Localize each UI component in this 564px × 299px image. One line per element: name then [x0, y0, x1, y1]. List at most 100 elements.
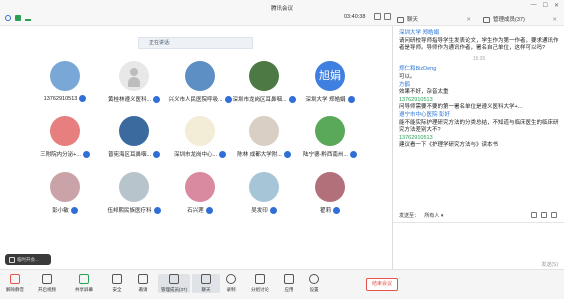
breakout-rooms-button[interactable]: 分组讨论	[244, 274, 276, 293]
avatar	[185, 61, 215, 91]
chat-icon	[201, 274, 211, 284]
participant-name: 深圳大学 郑皓娟	[305, 97, 346, 103]
close-icon[interactable]: ✕	[554, 2, 559, 9]
unmute-label: 解除静音	[6, 287, 24, 292]
participant-name: 三附院内分泌+...	[40, 152, 81, 158]
avatar	[315, 116, 345, 146]
avatar: 旭娟	[315, 61, 345, 91]
participant-name: 深圳市龙岗区耳鼻咽...	[232, 97, 287, 103]
close-icon[interactable]: ✕	[466, 14, 471, 26]
record-button[interactable]: 录制	[217, 274, 245, 293]
participant-name: 彭小敏	[52, 208, 69, 214]
file-icon[interactable]	[541, 212, 547, 218]
mic-muted-icon	[349, 150, 357, 158]
message-text: 能不能实际护理研究方法的分类总结，不知道与临床医生的临床研究方法差别大不?	[399, 119, 559, 134]
emoji-icon[interactable]	[531, 212, 537, 218]
avatar	[185, 116, 215, 146]
chat-label: 聊天	[201, 287, 211, 292]
start-video-label: 开启视频	[38, 287, 56, 292]
window-title: 腾讯会议	[270, 6, 293, 12]
fullscreen-icon[interactable]	[384, 13, 391, 20]
participant-name: 翟莉	[319, 208, 331, 214]
mic-muted-icon	[205, 206, 213, 214]
message-text: 效果不好，杂音太重	[399, 89, 449, 96]
apps-button[interactable]: 应用	[275, 274, 303, 293]
participant-tile[interactable]: 翟莉	[280, 172, 380, 214]
mic-muted-icon	[269, 206, 277, 214]
participant-name: 伍邦熙民族医疗科	[107, 208, 152, 214]
camera-off-icon	[42, 274, 52, 284]
video-grid: 正在讲话: 13762910513 黄桂林遵义医科... 兴义市人民医院呼吸..…	[0, 26, 392, 269]
end-meeting-button[interactable]: 结束会议	[366, 278, 398, 291]
avatar	[185, 172, 215, 202]
chat-messages: 深圳大学 郑皓娟 请问研校导师指导学生发表论文，学生作为第一作者，要求通讯作者是…	[399, 30, 559, 150]
maximize-icon[interactable]: ☐	[543, 2, 548, 9]
settings-label: 设置	[309, 287, 319, 292]
shield-icon	[112, 274, 122, 284]
layout-icon[interactable]	[374, 13, 381, 20]
manage-members-button[interactable]: 管理成员(37)	[158, 274, 190, 293]
tab-members[interactable]: 管理成员(37) ✕	[479, 14, 564, 26]
avatar	[119, 172, 149, 202]
record-label: 录制	[226, 287, 236, 292]
start-video-button[interactable]: 开启视频	[33, 274, 61, 293]
message-text: 问导师需要不要的第一署名单位是遵义医科大学+...	[399, 104, 523, 111]
chevron-down-icon[interactable]: ▾	[441, 213, 444, 219]
participant-name: 深圳市龙岗中心...	[173, 152, 218, 158]
view-controls	[374, 13, 391, 20]
recipient-select[interactable]: 所有人	[424, 213, 439, 219]
security-label: 安全	[112, 287, 122, 292]
send-button[interactable]: 发送(S)	[541, 261, 558, 268]
chat-input[interactable]	[393, 222, 564, 269]
share-screen-icon	[79, 274, 89, 284]
message-text: 请问研校导师指导学生发表论文，学生作为第一作者，要求通讯作者是导师。导师作为通讯…	[399, 37, 559, 52]
members-icon	[483, 17, 490, 23]
participant-tile[interactable]: 旭娟 深圳大学 郑皓娟	[280, 61, 380, 103]
gear-icon	[309, 274, 319, 284]
participant-name: 陈林 成都大学附...	[237, 152, 282, 158]
tab-members-label: 管理成员(37)	[493, 17, 525, 23]
tab-chat-label: 聊天	[407, 17, 419, 23]
shield-icon[interactable]	[15, 15, 21, 21]
speaking-indicator: 正在讲话:	[138, 37, 253, 49]
apps-label: 应用	[284, 287, 294, 292]
avatar	[119, 116, 149, 146]
mic-muted-icon	[70, 206, 78, 214]
message-text: 建议看一下《护理学研究方法与》读本书	[399, 142, 499, 149]
panel-tabs: 聊天 ✕ 管理成员(37) ✕	[393, 14, 564, 26]
participant-name: 石兴莲	[187, 208, 204, 214]
participant-name: 13762910513	[43, 95, 78, 102]
window-controls: — ☐ ✕	[531, 2, 559, 9]
meeting-hint-toast[interactable]: 临时开会...	[5, 254, 51, 265]
chat-button[interactable]: 聊天	[192, 274, 220, 293]
participant-tile[interactable]: 陆宁德-黔西南州...	[280, 116, 380, 158]
participant-name: 陆宁德-黔西南州...	[303, 152, 348, 158]
invite-icon	[138, 274, 148, 284]
mic-muted-icon	[347, 95, 355, 103]
avatar	[119, 61, 149, 91]
minimize-icon[interactable]: —	[531, 2, 537, 9]
invite-button[interactable]: 邀请	[129, 274, 157, 293]
meeting-toolbar: 解除静音 开启视频 共享屏幕 安全 邀请 管理成员(37) 聊天 录制 分组讨论…	[0, 269, 564, 299]
tab-chat[interactable]: 聊天 ✕	[393, 14, 479, 26]
close-icon[interactable]: ✕	[552, 14, 557, 26]
info-icon[interactable]	[5, 15, 11, 21]
message-sender: 遵宁市中心医院 彭好	[399, 111, 451, 118]
side-panel: 聊天 ✕ 管理成员(37) ✕ 深圳大学 郑皓娟 请问研校导师指导学生发表论文，学生…	[392, 17, 564, 269]
record-icon	[226, 274, 236, 284]
security-button[interactable]: 安全	[103, 274, 131, 293]
mic-muted-icon	[333, 206, 340, 214]
unmute-button[interactable]: 解除静音	[1, 274, 29, 293]
send-to-row: 发送至： 所有人 ▾	[399, 212, 559, 222]
share-screen-button[interactable]: 共享屏幕	[70, 274, 98, 293]
avatar	[315, 172, 345, 202]
more-icon[interactable]	[551, 212, 557, 218]
avatar	[50, 172, 80, 202]
avatar	[50, 116, 80, 146]
settings-button[interactable]: 设置	[300, 274, 328, 293]
avatar	[249, 61, 279, 91]
manage-members-label: 管理成员(37)	[160, 287, 187, 292]
share-screen-label: 共享屏幕	[75, 287, 93, 292]
meeting-window: 腾讯会议 03:40:38 — ☐ ✕ 正在讲话: 13762910513 黄桂…	[0, 0, 564, 299]
members-icon	[169, 274, 179, 284]
